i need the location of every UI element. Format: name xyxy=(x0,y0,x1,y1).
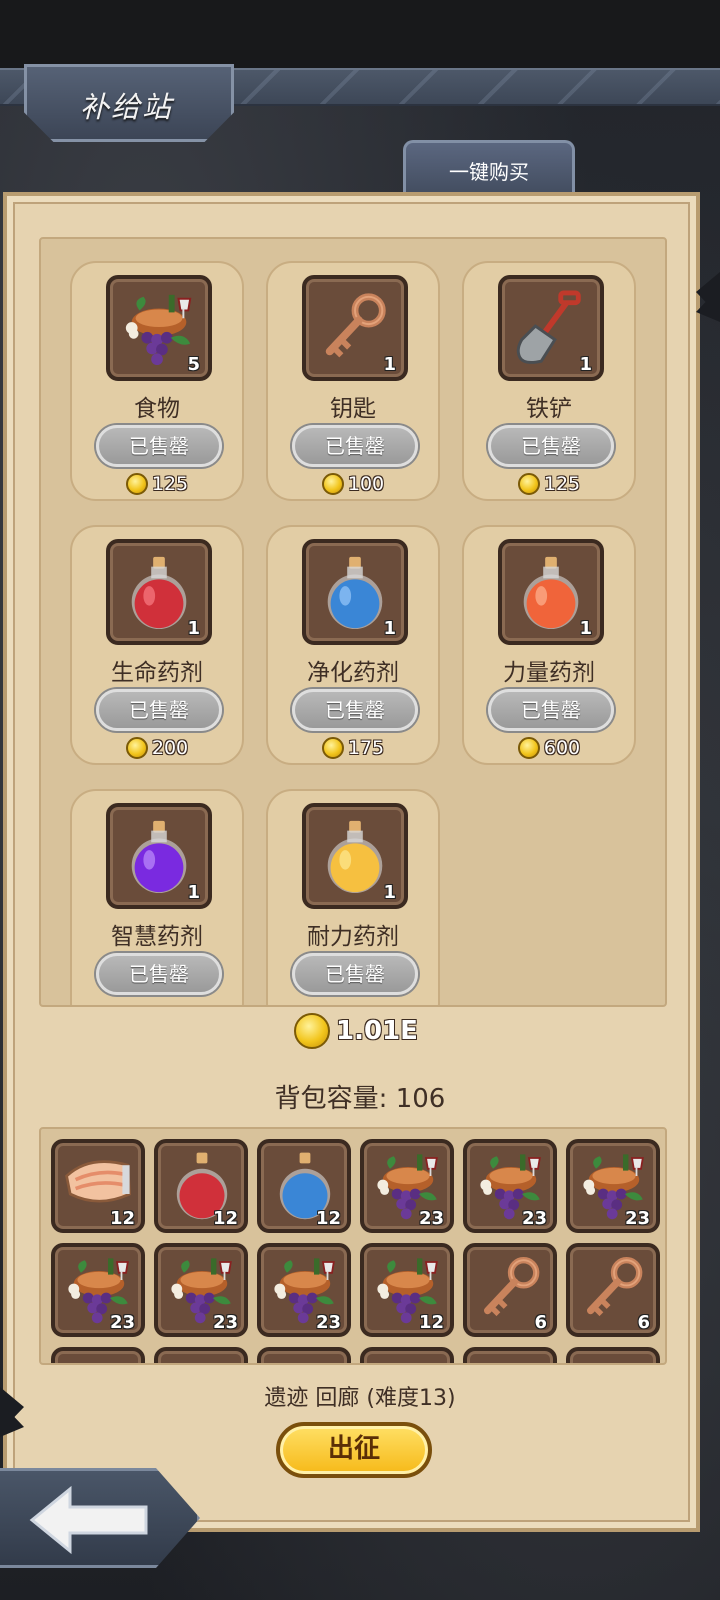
sold-out-button[interactable]: 已售罄 xyxy=(488,689,614,731)
gold-total: 1.01E xyxy=(294,1013,418,1049)
item-price: 125 xyxy=(464,473,634,495)
item-name: 智慧药剂 xyxy=(111,924,203,950)
slot-qty: 23 xyxy=(315,1312,341,1333)
coin-icon xyxy=(321,737,344,759)
shop-card-shovel[interactable]: 1 铁铲 已售罄 125 xyxy=(462,261,636,501)
item-qty: 1 xyxy=(383,354,396,375)
sold-out-button[interactable]: 已售罄 xyxy=(96,953,222,995)
slot-qty: 6 xyxy=(534,1312,547,1333)
bag-slot-food[interactable]: 12 xyxy=(360,1243,454,1337)
bag-inventory-grid: 12 12 12 23 23 23 23 23 23 12 6 6 xyxy=(39,1127,667,1365)
shop-card-purify-potion[interactable]: 1 净化药剂 已售罄 175 xyxy=(266,525,440,765)
bag-slot-partial[interactable] xyxy=(51,1347,145,1363)
item-name: 力量药剂 xyxy=(503,660,595,686)
bag-slot-fish[interactable]: 12 xyxy=(51,1139,145,1233)
shop-card-health-potion[interactable]: 1 生命药剂 已售罄 200 xyxy=(70,525,244,765)
slot-qty: 12 xyxy=(315,1208,341,1229)
sold-out-button[interactable]: 已售罄 xyxy=(488,425,614,467)
slot-qty: 23 xyxy=(624,1208,650,1229)
item-name: 生命药剂 xyxy=(111,660,203,686)
bag-slot-food[interactable]: 23 xyxy=(463,1139,557,1233)
sold-out-button[interactable]: 已售罄 xyxy=(96,425,222,467)
sold-out-button[interactable]: 已售罄 xyxy=(292,425,418,467)
item-name: 耐力药剂 xyxy=(307,924,399,950)
back-arrow-icon xyxy=(29,1485,148,1555)
item-name: 铁铲 xyxy=(526,396,572,422)
bag-slot-food[interactable]: 23 xyxy=(154,1243,248,1337)
shop-card-stamina-potion[interactable]: 1 耐力药剂 已售罄 xyxy=(266,789,440,1005)
bag-slot-key[interactable]: 6 xyxy=(566,1243,660,1337)
item-price: 600 xyxy=(464,737,634,759)
shovel-icon: 1 xyxy=(498,275,604,381)
dungeon-label: 遗迹 回廊 (难度13) xyxy=(264,1386,456,1411)
item-qty: 1 xyxy=(383,882,396,903)
shop-card-wisdom-potion[interactable]: 1 智慧药剂 已售罄 xyxy=(70,789,244,1005)
slot-qty: 12 xyxy=(109,1208,135,1229)
sold-out-button[interactable]: 已售罄 xyxy=(292,689,418,731)
purple-potion-icon: 1 xyxy=(106,803,212,909)
key-icon: 1 xyxy=(302,275,408,381)
coin-icon xyxy=(125,473,148,495)
item-name: 食物 xyxy=(134,396,180,422)
slot-qty: 23 xyxy=(418,1208,444,1229)
bag-slot-food[interactable]: 23 xyxy=(51,1243,145,1337)
item-qty: 1 xyxy=(579,618,592,639)
slot-qty: 23 xyxy=(212,1312,238,1333)
food-icon: 5 xyxy=(106,275,212,381)
red-potion-icon: 1 xyxy=(106,539,212,645)
item-price: 175 xyxy=(268,737,438,759)
status-bar-area xyxy=(0,0,720,68)
coin-icon xyxy=(321,473,344,495)
bag-slot-red-potion[interactable]: 12 xyxy=(154,1139,248,1233)
bag-slot-food[interactable]: 23 xyxy=(257,1243,351,1337)
bag-capacity: 背包容量: 106 xyxy=(274,1084,446,1114)
slot-qty: 12 xyxy=(212,1208,238,1229)
page-title: 补给站 xyxy=(80,90,174,124)
item-qty: 1 xyxy=(187,618,200,639)
orange-potion-icon: 1 xyxy=(498,539,604,645)
bag-slot-partial[interactable] xyxy=(360,1347,454,1363)
coin-icon xyxy=(517,737,540,759)
bag-slot-key[interactable]: 6 xyxy=(463,1243,557,1337)
item-price: 125 xyxy=(72,473,242,495)
sold-out-button[interactable]: 已售罄 xyxy=(292,953,418,995)
shop-item-grid: 5 食物 已售罄 125 1 钥匙 已售罄 100 1 铁铲 已售罄 125 1… xyxy=(39,237,667,1007)
bag-slot-partial[interactable] xyxy=(463,1347,557,1363)
bag-slot-blue-potion[interactable]: 12 xyxy=(257,1139,351,1233)
coin-icon xyxy=(517,473,540,495)
bag-slot-partial[interactable] xyxy=(257,1347,351,1363)
blue-potion-icon: 1 xyxy=(302,539,408,645)
item-price: 200 xyxy=(72,737,242,759)
slot-qty: 6 xyxy=(637,1312,650,1333)
shop-card-strength-potion[interactable]: 1 力量药剂 已售罄 600 xyxy=(462,525,636,765)
coin-icon xyxy=(294,1013,330,1049)
shop-card-key[interactable]: 1 钥匙 已售罄 100 xyxy=(266,261,440,501)
buy-all-button[interactable]: 一键购买 xyxy=(403,140,575,198)
coin-icon xyxy=(125,737,148,759)
shop-card-food[interactable]: 5 食物 已售罄 125 xyxy=(70,261,244,501)
item-name: 净化药剂 xyxy=(307,660,399,686)
yellow-potion-icon: 1 xyxy=(302,803,408,909)
slot-qty: 23 xyxy=(521,1208,547,1229)
item-qty: 1 xyxy=(579,354,592,375)
sold-out-button[interactable]: 已售罄 xyxy=(96,689,222,731)
bag-slot-food[interactable]: 23 xyxy=(566,1139,660,1233)
bag-slot-partial[interactable] xyxy=(566,1347,660,1363)
bag-slot-partial[interactable] xyxy=(154,1347,248,1363)
item-qty: 1 xyxy=(187,882,200,903)
item-name: 钥匙 xyxy=(330,396,376,422)
bag-slot-food[interactable]: 23 xyxy=(360,1139,454,1233)
depart-button[interactable]: 出征 xyxy=(276,1422,432,1478)
item-qty: 1 xyxy=(383,618,396,639)
item-price: 100 xyxy=(268,473,438,495)
slot-qty: 23 xyxy=(109,1312,135,1333)
slot-qty: 12 xyxy=(418,1312,444,1333)
item-qty: 5 xyxy=(187,354,200,375)
